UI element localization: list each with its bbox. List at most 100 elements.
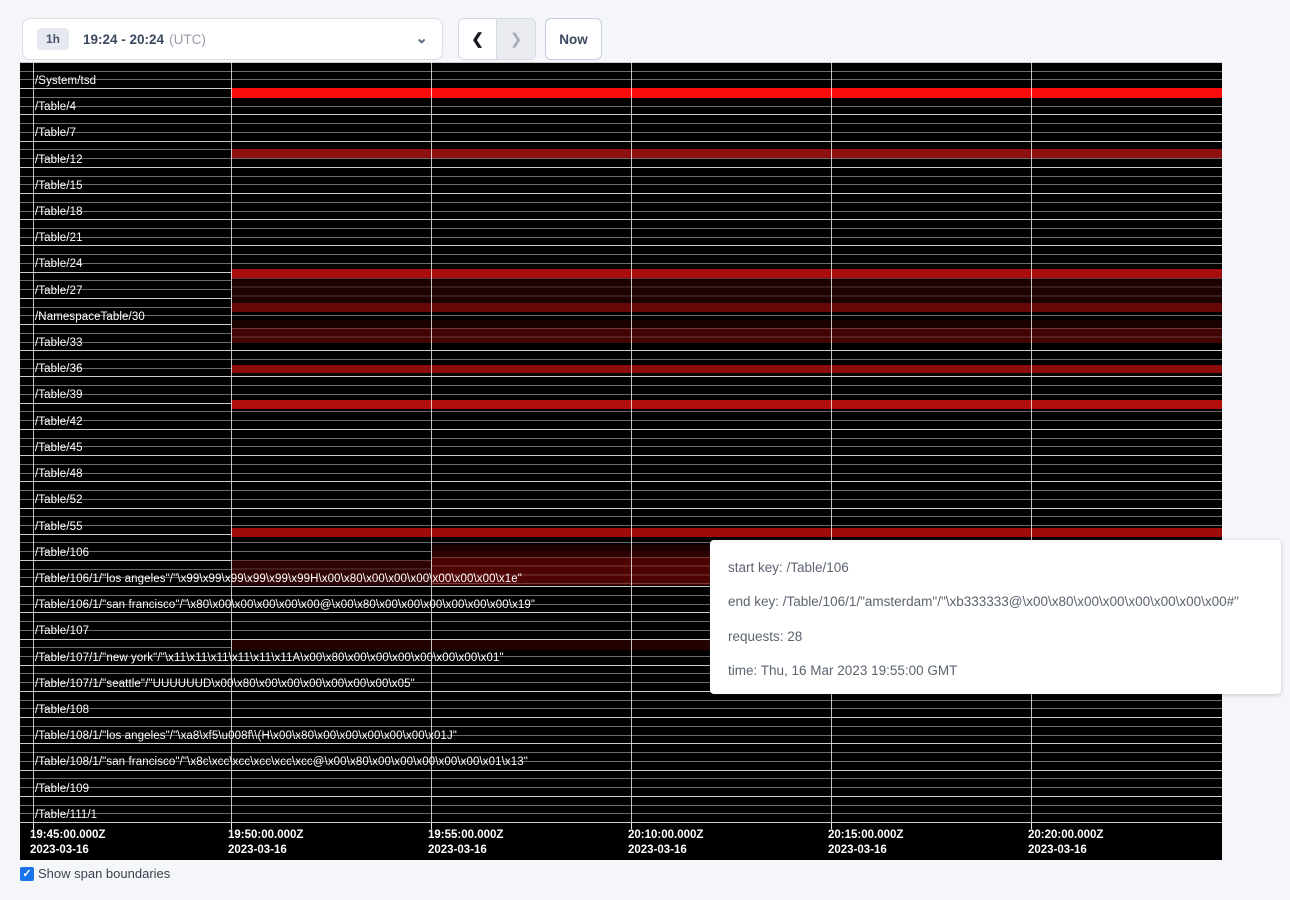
span-boundary-line (20, 805, 1222, 806)
axis-tick-label: 19:45:00.000Z2023-03-16 (30, 828, 105, 858)
span-boundary-line (20, 167, 1222, 168)
span-boundary-line (20, 237, 1222, 238)
now-button[interactable]: Now (545, 18, 602, 60)
chevron-right-icon: ❯ (510, 30, 523, 48)
axis-tick-label: 20:20:00.000Z2023-03-16 (1028, 828, 1103, 858)
row-label: /Table/36 (35, 363, 83, 376)
previous-range-button[interactable]: ❮ (459, 19, 497, 59)
span-boundary-line (20, 752, 1222, 753)
row-label: /Table/107 (35, 625, 89, 638)
tooltip-start-key: start key: /Table/106 (728, 550, 1263, 577)
row-label: /Table/106/1/"san francisco"/"\x80\x00\x… (35, 599, 535, 612)
row-label: /Table/48 (35, 468, 83, 481)
span-boundary-line (20, 499, 1222, 500)
row-label: /Table/15 (35, 180, 83, 193)
chevron-left-icon: ❮ (471, 30, 484, 48)
next-range-button[interactable]: ❯ (497, 19, 535, 59)
heat-band (231, 328, 1222, 343)
heat-band (231, 269, 1222, 278)
span-boundary-line (20, 350, 1222, 351)
time-pager: ❮ ❯ (458, 18, 536, 60)
span-boundary-line (20, 263, 1222, 264)
span-boundary-line (20, 411, 1222, 412)
span-boundary-line (20, 202, 1222, 203)
time-range-badge: 1h (37, 28, 69, 50)
time-bucket-line (231, 62, 232, 822)
row-label: /System/tsd (35, 75, 96, 88)
span-boundary-line (20, 394, 1222, 395)
span-boundary-line (20, 516, 1222, 517)
row-label: /Table/108/1/"san francisco"/"\x8c\xcc\x… (35, 756, 528, 769)
span-boundary-line (20, 123, 1222, 124)
axis-tick-label: 19:55:00.000Z2023-03-16 (428, 828, 503, 858)
span-boundary-line (20, 132, 1222, 133)
time-bucket-line (1031, 62, 1032, 822)
time-bucket-line (33, 62, 34, 822)
span-boundary-line (20, 245, 1222, 246)
row-label: /Table/106 (35, 547, 89, 560)
span-boundary-line (20, 778, 1222, 779)
row-label: /Table/21 (35, 232, 83, 245)
span-boundary-line (20, 481, 1222, 482)
row-label: /Table/107/1/"new york"/"\x11\x11\x11\x1… (35, 652, 504, 665)
span-boundary-line (20, 228, 1222, 229)
span-boundary-line (20, 464, 1222, 465)
span-boundary-line (20, 376, 1222, 377)
heat-band (231, 400, 1222, 409)
show-span-boundaries-checkbox[interactable]: ✓ (20, 867, 34, 881)
row-label: /Table/108/1/"los angeles"/"\xa8\xf5\u00… (35, 730, 457, 743)
span-boundary-line (20, 525, 1222, 526)
span-boundary-line (20, 176, 1222, 177)
row-label: /Table/12 (35, 154, 83, 167)
span-boundary-line (20, 158, 1222, 159)
heat-band (231, 149, 1222, 158)
row-label: /Table/106/1/"los angeles"/"\x99\x99\x99… (35, 573, 522, 586)
key-visualizer-heatmap[interactable]: /System/tsd/Table/4/Table/7/Table/12/Tab… (20, 62, 1222, 860)
span-boundary-line (20, 211, 1222, 212)
span-boundary-line (20, 141, 1222, 142)
row-label: /Table/52 (35, 494, 83, 507)
span-boundary-line (20, 813, 1222, 814)
span-boundary-line (20, 700, 1222, 701)
span-boundary-line (20, 446, 1222, 447)
span-boundary-line (20, 455, 1222, 456)
axis-tick-label: 20:15:00.000Z2023-03-16 (828, 828, 903, 858)
span-boundary-line (20, 219, 1222, 220)
span-boundary-line (20, 385, 1222, 386)
row-label: /Table/33 (35, 337, 83, 350)
time-bucket-line (631, 62, 632, 822)
heat-band (231, 278, 1222, 303)
span-tooltip: start key: /Table/106 end key: /Table/10… (710, 540, 1281, 694)
row-label: /Table/24 (35, 258, 83, 271)
show-span-boundaries-label[interactable]: Show span boundaries (38, 866, 170, 881)
chevron-down-icon: ⌄ (415, 34, 428, 44)
time-range-text: 19:24 - 20:24 (83, 32, 164, 47)
time-axis: 19:45:00.000Z2023-03-16 19:50:00.000Z2023… (20, 822, 1222, 860)
axis-tick-label: 19:50:00.000Z2023-03-16 (228, 828, 303, 858)
span-boundary-line (20, 726, 1222, 727)
span-boundary-line (20, 79, 1222, 80)
row-label: /Table/42 (35, 416, 83, 429)
row-label: /NamespaceTable/30 (35, 311, 145, 324)
span-boundary-line (20, 508, 1222, 509)
time-range-selector[interactable]: 1h 19:24 - 20:24 (UTC) ⌄ (22, 18, 443, 60)
span-boundary-line (20, 438, 1222, 439)
heat-band (231, 365, 1222, 373)
span-boundary-line (20, 708, 1222, 709)
time-bucket-line (831, 62, 832, 822)
span-boundary-line (20, 770, 1222, 771)
span-boundary-line (20, 473, 1222, 474)
span-boundary-line (20, 184, 1222, 185)
row-label: /Table/18 (35, 206, 83, 219)
span-boundary-line (20, 359, 1222, 360)
tooltip-requests: requests: 28 (728, 619, 1263, 646)
span-boundary-line (20, 114, 1222, 115)
heatmap-rows-area: /System/tsd/Table/4/Table/7/Table/12/Tab… (20, 62, 1222, 822)
row-label: /Table/45 (35, 442, 83, 455)
span-boundary-line (20, 315, 1222, 316)
span-boundary-line (20, 796, 1222, 797)
heat-band (231, 528, 1222, 537)
row-label: /Table/27 (35, 285, 83, 298)
row-label: /Table/7 (35, 127, 76, 140)
row-label: /Table/4 (35, 101, 76, 114)
